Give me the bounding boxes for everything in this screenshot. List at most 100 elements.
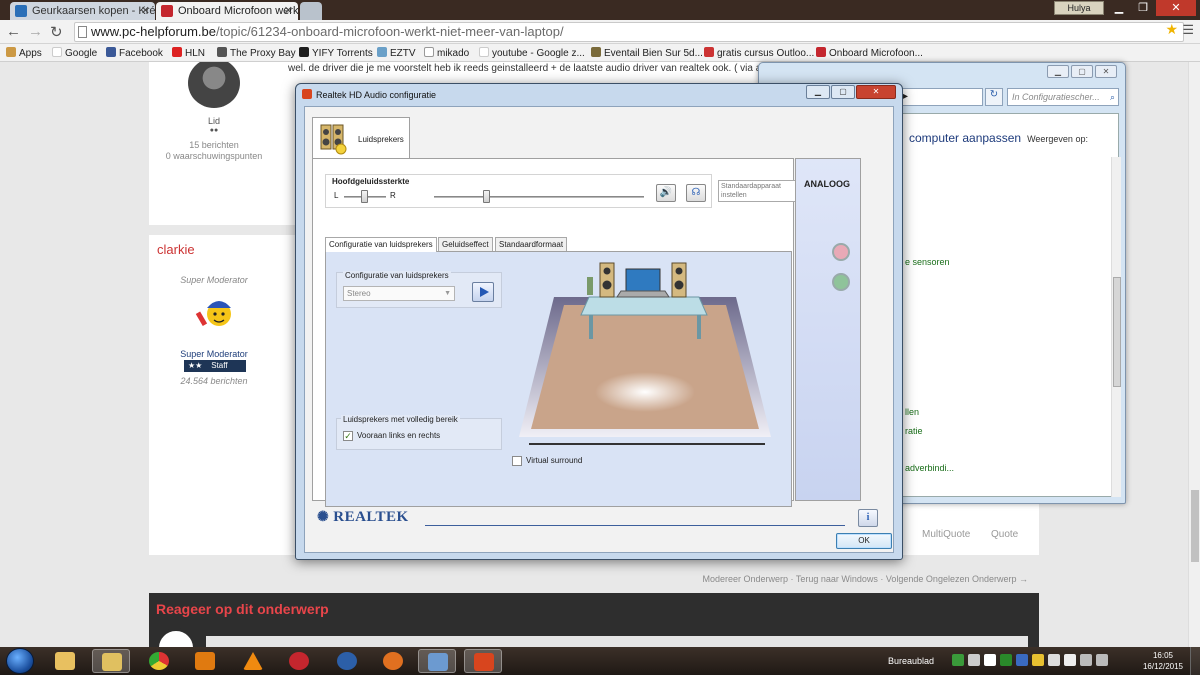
profile-badge[interactable]: Hulya bbox=[1054, 1, 1104, 15]
reload-icon[interactable]: ↻ bbox=[50, 23, 63, 41]
app-icon[interactable] bbox=[1016, 654, 1028, 666]
checkbox-label: Virtual surround bbox=[526, 456, 583, 465]
earth-taskbar-button[interactable] bbox=[328, 649, 366, 673]
flag-icon[interactable] bbox=[1064, 654, 1076, 666]
battery-icon[interactable] bbox=[1080, 654, 1092, 666]
network-icon[interactable] bbox=[968, 654, 980, 666]
maximize-icon[interactable]: ▢ bbox=[1071, 65, 1093, 78]
play-test-button[interactable] bbox=[472, 282, 494, 302]
virtual-surround-checkbox[interactable] bbox=[512, 456, 522, 466]
menu-icon[interactable]: ☰ bbox=[1182, 22, 1194, 38]
scroll-thumb[interactable] bbox=[1191, 490, 1199, 562]
tab-speaker-config[interactable]: Configuratie van luidsprekers bbox=[325, 237, 437, 252]
tab-close-icon[interactable]: ✕ bbox=[141, 4, 150, 17]
bookmark-eztv[interactable]: EZTV bbox=[377, 47, 416, 59]
tab-sound-effect[interactable]: Geluidseffect bbox=[438, 237, 493, 251]
refresh-icon[interactable]: ↻ bbox=[985, 88, 1003, 106]
bookmark-facebook[interactable]: Facebook bbox=[106, 47, 163, 59]
pink-jack-icon[interactable] bbox=[832, 243, 850, 261]
chrome-taskbar-button[interactable] bbox=[140, 649, 178, 673]
desktop-toolbar-label[interactable]: Bureaublad bbox=[888, 656, 934, 666]
realtek-taskbar-button[interactable] bbox=[464, 649, 502, 673]
tab-default-format[interactable]: Standaardformaat bbox=[495, 237, 568, 251]
window-controls: ▁ ▢ ✕ bbox=[806, 85, 896, 99]
cp-link[interactable]: llen bbox=[905, 407, 919, 417]
cp-link[interactable]: adverbindi... bbox=[905, 463, 954, 473]
reply-input[interactable] bbox=[206, 636, 1028, 647]
app-taskbar-button[interactable] bbox=[280, 649, 318, 673]
bookmark-youtube-google[interactable]: youtube - Google z... bbox=[479, 47, 585, 59]
address-bar[interactable]: www.pc-helpforum.be/topic/61234-onboard-… bbox=[74, 22, 1184, 42]
username[interactable]: clarkie bbox=[157, 242, 195, 257]
back-arrow-icon[interactable]: ← bbox=[6, 23, 21, 40]
minimize-icon[interactable]: ▁ bbox=[1047, 65, 1069, 78]
bookmark-yify[interactable]: YIFY Torrents bbox=[299, 47, 373, 59]
windows-icon[interactable] bbox=[984, 654, 996, 666]
cp-link[interactable]: e sensoren bbox=[905, 257, 950, 267]
tab-onboard-microfoon[interactable]: Onboard Microfoon werkt ✕ bbox=[156, 2, 298, 20]
balance-slider[interactable] bbox=[361, 190, 368, 203]
maximize-icon[interactable]: ▢ bbox=[831, 85, 855, 99]
bookmark-eventail[interactable]: Eventail Bien Sur 5d... bbox=[591, 47, 703, 59]
tab-geurkaarsen[interactable]: Geurkaarsen kopen - Kréf ✕ bbox=[10, 2, 155, 20]
new-tab-button[interactable] bbox=[300, 2, 322, 20]
scroll-thumb[interactable] bbox=[1113, 277, 1121, 387]
multiquote-button[interactable]: MultiQuote bbox=[922, 529, 970, 540]
bookmark-hln[interactable]: HLN bbox=[172, 47, 205, 59]
speaker-config-select[interactable]: Stereo ▼ bbox=[343, 286, 455, 301]
mute-speaker-icon[interactable]: 🔊 bbox=[656, 184, 676, 202]
close-icon[interactable]: ✕ bbox=[1156, 0, 1196, 16]
avatar[interactable] bbox=[195, 294, 237, 334]
minimize-icon[interactable]: ▁ bbox=[806, 85, 830, 99]
bookmark-mikado[interactable]: mikado bbox=[424, 47, 469, 59]
minimize-icon[interactable]: ▁ bbox=[1108, 0, 1130, 16]
bookmark-proxy-bay[interactable]: The Proxy Bay bbox=[217, 47, 296, 59]
tab-luidsprekers[interactable]: Luidsprekers bbox=[312, 117, 410, 159]
vlc-taskbar-button[interactable] bbox=[234, 649, 272, 673]
search-icon[interactable]: ⌕ bbox=[1110, 89, 1115, 105]
user-warnings: 0 waarschuwingspunten bbox=[165, 151, 263, 161]
bookmark-apps[interactable]: Apps bbox=[6, 47, 42, 59]
browser-toolbar: ← → ↻ www.pc-helpforum.be/topic/61234-on… bbox=[0, 20, 1200, 44]
mail-taskbar-button[interactable] bbox=[92, 649, 130, 673]
default-device-label: Standaardapparaat instellen bbox=[721, 183, 781, 199]
close-icon[interactable]: ✕ bbox=[1095, 65, 1117, 78]
volume-icon[interactable] bbox=[1096, 654, 1108, 666]
green-jack-icon[interactable] bbox=[832, 273, 850, 291]
app-icon[interactable] bbox=[1048, 654, 1060, 666]
cp-link[interactable]: ratie bbox=[905, 426, 923, 436]
info-button[interactable]: i bbox=[858, 509, 878, 527]
ok-button[interactable]: OK bbox=[836, 533, 892, 549]
maximize-icon[interactable]: ❐ bbox=[1132, 0, 1154, 16]
security-icon[interactable] bbox=[952, 654, 964, 666]
bookmark-gratis-cursus[interactable]: gratis cursus Outloo... bbox=[704, 47, 814, 59]
tab-close-icon[interactable]: ✕ bbox=[284, 4, 293, 17]
app-icon[interactable] bbox=[1032, 654, 1044, 666]
app-icon[interactable] bbox=[1000, 654, 1012, 666]
media-taskbar-button[interactable] bbox=[374, 649, 412, 673]
bookmark-google[interactable]: Google bbox=[52, 47, 97, 59]
topic-footer-links[interactable]: Modereer Onderwerp · Terug naar Windows … bbox=[702, 574, 1028, 584]
show-desktop-button[interactable] bbox=[1190, 647, 1200, 675]
default-device-button[interactable]: Standaardapparaat instellen▼ bbox=[718, 180, 813, 202]
scrollbar[interactable] bbox=[1111, 157, 1121, 497]
bookmark-onboard-microfoon[interactable]: Onboard Microfoon... bbox=[816, 47, 923, 59]
start-button[interactable] bbox=[6, 648, 34, 674]
search-input[interactable]: In Configuratiescher... ⌕ bbox=[1007, 88, 1119, 106]
bookmark-star-icon[interactable]: ★ bbox=[1165, 21, 1178, 38]
page-scrollbar[interactable] bbox=[1188, 62, 1200, 647]
hln-icon bbox=[172, 47, 182, 57]
eztv-icon bbox=[377, 47, 387, 57]
youtube-taskbar-button[interactable] bbox=[186, 649, 224, 673]
site-favicon-icon bbox=[161, 5, 173, 17]
quote-button[interactable]: Quote bbox=[991, 529, 1018, 540]
volume-slider[interactable] bbox=[482, 190, 490, 203]
front-lr-checkbox[interactable]: ✓ bbox=[343, 431, 353, 441]
close-icon[interactable]: ✕ bbox=[856, 85, 896, 99]
forward-arrow-icon[interactable]: → bbox=[28, 23, 43, 40]
sound-enhance-icon[interactable]: ☊ bbox=[686, 184, 706, 202]
clock[interactable]: 16:05 16/12/2015 bbox=[1140, 650, 1186, 672]
explorer-taskbar-button[interactable] bbox=[46, 649, 84, 673]
bookmarks-bar: Apps Google Facebook HLN The Proxy Bay Y… bbox=[0, 44, 1200, 62]
control-panel-taskbar-button[interactable] bbox=[418, 649, 456, 673]
